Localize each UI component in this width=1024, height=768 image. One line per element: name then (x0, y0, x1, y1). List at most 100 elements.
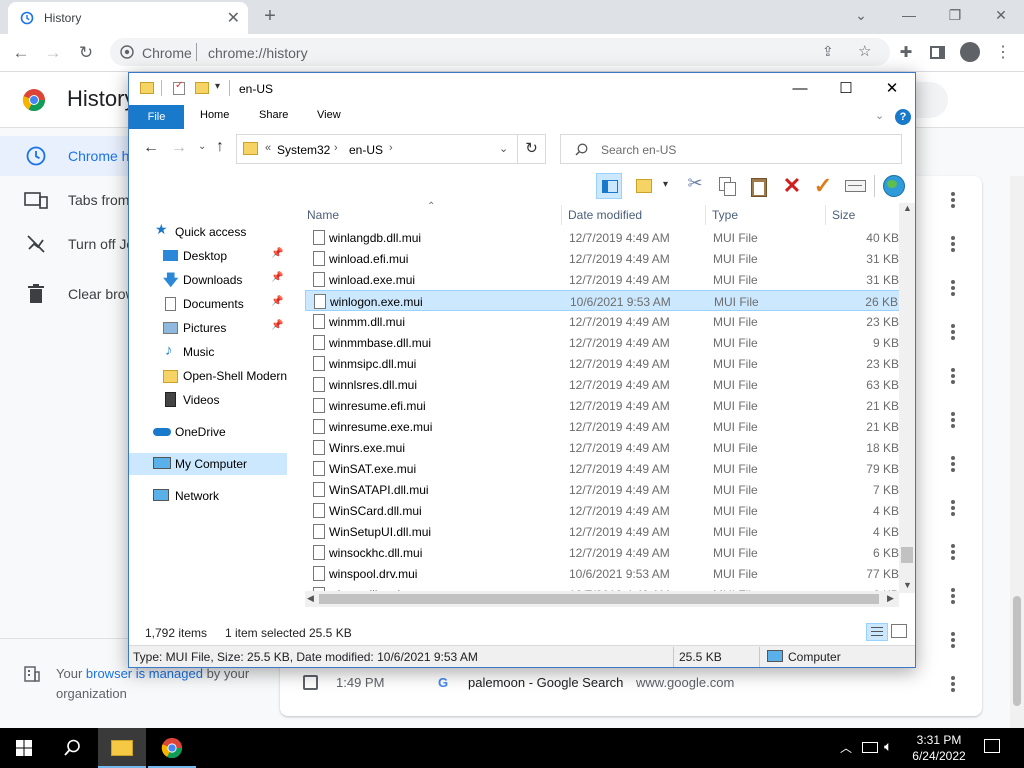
share-icon[interactable]: ⇪ (822, 43, 834, 60)
file-row[interactable]: winlogon.exe.mui 10/6/2021 9:53 AM MUI Fil… (305, 290, 901, 311)
more-actions-icon[interactable] (950, 324, 956, 340)
file-row[interactable]: Winrs.exe.mui 12/7/2019 4:49 AM MUI File 18… (305, 437, 901, 458)
nav-item-videos[interactable]: Videos (129, 389, 289, 411)
properties-icon[interactable]: ✓ (173, 80, 185, 95)
forward-button[interactable]: → (171, 139, 187, 157)
scroll-right-icon[interactable]: ▶ (887, 593, 894, 604)
close-tab-icon[interactable]: ✕ (227, 8, 240, 28)
chrome-close-button[interactable]: ✕ (978, 0, 1024, 32)
page-scrollbar[interactable] (1010, 176, 1024, 728)
bookmark-star-icon[interactable]: ☆ (858, 42, 871, 60)
taskbar-file-explorer[interactable] (98, 728, 146, 768)
file-row[interactable]: winspool.drv.mui 10/6/2021 9:53 AM MUI Fil… (305, 563, 901, 584)
nav-item-music[interactable]: ♪ Music (129, 341, 289, 363)
breadcrumb-en-us[interactable]: en-US (349, 143, 383, 157)
back-button[interactable]: ← (8, 40, 34, 66)
help-icon[interactable]: ? (895, 109, 911, 125)
file-row[interactable]: winsockhc.dll.mui 12/7/2019 4:49 AM MUI Fi… (305, 542, 901, 563)
column-header-type[interactable]: Type (712, 208, 738, 222)
properties-icon[interactable] (842, 173, 868, 199)
expand-ribbon-icon[interactable]: ⌄ (875, 109, 884, 122)
new-folder-icon[interactable] (195, 82, 209, 94)
vertical-scrollbar[interactable]: ▲ ▼ (899, 203, 915, 593)
clock[interactable]: 3:31 PM 6/24/2022 (900, 732, 978, 764)
breadcrumb-system32[interactable]: System32 (277, 143, 330, 157)
tab-file[interactable]: File (129, 105, 184, 129)
file-row[interactable]: WinSCard.dll.mui 12/7/2019 4:49 AM MUI Fil… (305, 500, 901, 521)
network-status-icon[interactable] (862, 742, 878, 753)
copy-icon[interactable] (714, 173, 740, 199)
more-actions-icon[interactable] (950, 192, 956, 208)
breadcrumb-chevron-icon[interactable]: › (334, 142, 338, 154)
chrome-restore-button[interactable]: ❐ (932, 0, 978, 32)
omnibox[interactable]: Chrome chrome://history ⇪ ☆ (110, 38, 890, 66)
nav-item-documents[interactable]: Documents 📌 (129, 293, 289, 315)
nav-item-downloads[interactable]: 🡇 Downloads 📌 (129, 269, 289, 291)
tab-home[interactable]: Home (200, 109, 229, 121)
more-actions-icon[interactable] (950, 500, 956, 516)
refresh-button[interactable]: ↻ (518, 134, 546, 164)
folder-view-icon[interactable]: ▾ (633, 173, 668, 199)
address-bar[interactable]: « System32 › en-US › ⌄ (236, 134, 518, 164)
profile-avatar[interactable] (960, 42, 980, 62)
side-panel-icon[interactable] (930, 46, 945, 59)
nav-item-quick-access[interactable]: ★ Quick access (129, 221, 289, 243)
tab-history[interactable]: History ✕ (8, 2, 248, 34)
explorer-minimize-button[interactable]: — (777, 73, 823, 105)
file-row[interactable]: winresume.exe.mui 12/7/2019 4:49 AM MUI Fi… (305, 416, 901, 437)
delete-icon[interactable]: ✕ (779, 173, 805, 199)
nav-item-pictures[interactable]: Pictures 📌 (129, 317, 289, 339)
file-row[interactable]: winload.exe.mui 12/7/2019 4:49 AM MUI File… (305, 269, 901, 290)
more-actions-icon[interactable] (950, 588, 956, 604)
column-header-name[interactable]: Name (307, 208, 339, 222)
more-actions-icon[interactable] (950, 456, 956, 472)
tab-view[interactable]: View (317, 109, 341, 121)
nav-item-open-shell[interactable]: Open-Shell Modern (129, 365, 289, 387)
nav-item-desktop[interactable]: Desktop 📌 (129, 245, 289, 267)
show-hidden-icons-icon[interactable]: ︿ (840, 739, 852, 756)
entry-checkbox[interactable] (303, 675, 318, 690)
address-dropdown-icon[interactable]: ⌄ (499, 142, 508, 155)
omnibox-url[interactable]: chrome://history (208, 45, 308, 61)
paste-icon[interactable] (746, 173, 772, 199)
taskbar-chrome[interactable] (148, 728, 196, 768)
cut-icon[interactable]: ✂ (682, 173, 708, 199)
nav-item-my-computer[interactable]: My Computer (129, 453, 287, 475)
file-row[interactable]: winnlsres.dll.mui 12/7/2019 4:49 AM MUI Fi… (305, 374, 901, 395)
managed-link[interactable]: browser is managed (86, 666, 203, 681)
file-row[interactable]: winmmbase.dll.mui 12/7/2019 4:49 AM MUI Fi… (305, 332, 901, 353)
file-row[interactable]: winmm.dll.mui 12/7/2019 4:49 AM MUI File 23… (305, 311, 901, 332)
entry-title[interactable]: palemoon - Google Search (468, 675, 623, 690)
horizontal-scrollbar[interactable]: ◀ ▶ (305, 591, 899, 607)
scroll-down-icon[interactable]: ▼ (903, 580, 912, 590)
explorer-close-button[interactable]: ✕ (869, 73, 915, 105)
forward-button[interactable]: → (40, 40, 66, 66)
column-header-size[interactable]: Size (832, 208, 855, 222)
scroll-left-icon[interactable]: ◀ (307, 593, 314, 604)
new-tab-button[interactable]: + (258, 4, 282, 28)
file-row[interactable]: WinSATAPI.dll.mui 12/7/2019 4:49 AM MUI Fi… (305, 479, 901, 500)
up-button[interactable]: ↑ (216, 138, 224, 156)
search-button[interactable] (48, 728, 96, 768)
chrome-minimize-button[interactable]: — (886, 0, 932, 32)
large-icons-view-button[interactable] (891, 624, 907, 638)
column-header-date[interactable]: Date modified (568, 208, 642, 222)
scroll-thumb[interactable] (319, 594, 879, 604)
reload-button[interactable]: ↻ (73, 40, 99, 66)
back-button[interactable]: ← (143, 139, 159, 157)
scroll-thumb[interactable] (901, 547, 913, 563)
more-actions-icon[interactable] (950, 280, 956, 296)
start-button[interactable] (0, 728, 48, 768)
more-actions-icon[interactable] (950, 236, 956, 252)
search-input[interactable]: Search en-US (560, 134, 902, 164)
file-row[interactable]: winresume.efi.mui 12/7/2019 4:49 AM MUI Fi… (305, 395, 901, 416)
more-actions-icon[interactable] (950, 368, 956, 384)
breadcrumb-chevron-icon[interactable]: › (389, 142, 393, 154)
explorer-maximize-button[interactable]: ☐ (823, 73, 869, 105)
tab-share[interactable]: Share (259, 109, 288, 121)
file-row[interactable]: winmsipc.dll.mui 12/7/2019 4:49 AM MUI Fil… (305, 353, 901, 374)
file-row[interactable]: winload.efi.mui 12/7/2019 4:49 AM MUI File… (305, 248, 901, 269)
chrome-collapse-icon[interactable]: ⌄ (838, 0, 884, 32)
nav-item-onedrive[interactable]: OneDrive (129, 421, 289, 443)
volume-icon[interactable]: 🔈︎ (884, 738, 892, 755)
